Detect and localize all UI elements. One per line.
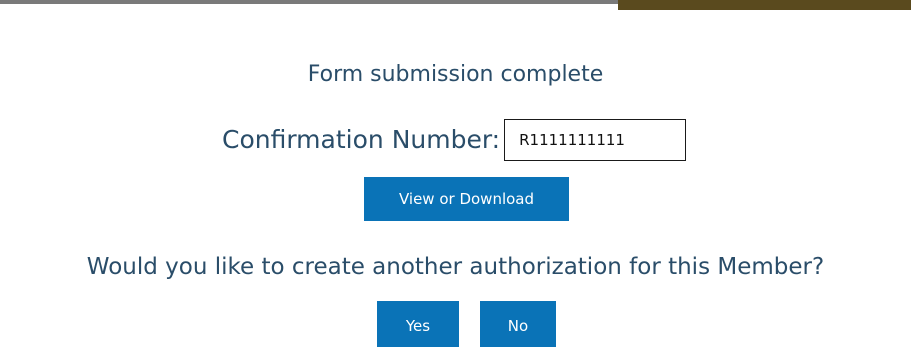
confirmation-row: Confirmation Number: R1111111111: [222, 118, 687, 162]
header-accent-bar: [618, 0, 911, 10]
confirmation-label: Confirmation Number:: [222, 125, 501, 154]
page-title: Form submission complete: [307, 62, 604, 87]
top-divider: [0, 0, 618, 4]
yes-button[interactable]: Yes: [377, 301, 459, 347]
confirmation-number-field[interactable]: R1111111111: [504, 119, 687, 161]
no-button[interactable]: No: [480, 301, 556, 347]
create-another-question: Would you like to create another authori…: [86, 254, 825, 280]
view-or-download-button[interactable]: View or Download: [364, 177, 569, 221]
